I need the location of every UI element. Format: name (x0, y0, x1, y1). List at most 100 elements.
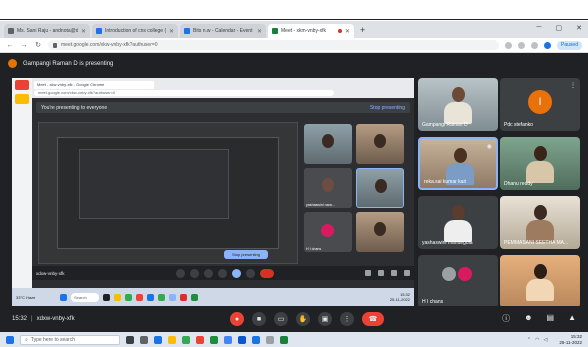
nested-participant-tile (356, 124, 404, 164)
task-view-icon (103, 293, 110, 301)
participant-name: Gampangi Raman D (422, 122, 468, 128)
nested-tab: Meet - xkw-vnby-xfk - Google Chrome (34, 81, 154, 89)
mail-icon (8, 28, 14, 34)
close-icon[interactable]: ✕ (257, 28, 262, 35)
nested-browser-chrome: Meet - xkw-vnby-xfk - Google Chrome meet… (12, 78, 414, 98)
app-icon (169, 293, 176, 301)
chevron-up-icon[interactable]: ⌃ (527, 337, 531, 343)
participant-name: Dhanu reddy (504, 181, 533, 187)
info-icon[interactable]: ⓘ (502, 313, 510, 324)
participant-tile[interactable] (500, 255, 580, 308)
taskbar-search-input[interactable]: ⌕ Type here to search (20, 334, 120, 345)
participant-avatar (458, 267, 472, 281)
task-view-icon[interactable] (126, 335, 134, 344)
windows-start-icon[interactable] (6, 335, 14, 344)
app-icon[interactable] (224, 335, 232, 344)
captions-icon (204, 268, 213, 278)
participant-head (374, 222, 386, 236)
back-icon[interactable]: ← (6, 42, 14, 49)
people-icon (378, 270, 384, 276)
lock-icon (53, 42, 57, 48)
nested-taskbar: 33°C Haze Search 15:32 25-11-2022 (12, 288, 414, 306)
participant-tile[interactable]: yashaswini mandegula (418, 196, 498, 249)
app-icon[interactable] (196, 335, 204, 344)
volume-icon[interactable]: ◁ (543, 337, 547, 343)
participant-avatar: I (528, 90, 552, 114)
presenting-text: Gampangi Raman D is presenting (23, 60, 114, 67)
address-bar: ← → ↻ meet.google.com/xkw-vnby-xfk?authu… (0, 38, 588, 53)
end-call-icon (260, 268, 274, 278)
tab-label: Ms. Sani Raju - andnota@du.edu.in - ... (17, 28, 78, 34)
folder-icon[interactable] (168, 335, 176, 344)
activities-icon[interactable]: ▲ (568, 313, 576, 324)
meeting-tools: ⓘ ☻ ▤ ▲ (502, 313, 576, 324)
call-controls: ● ■ ▭ ✋ ▣ ⋮ ☎ (230, 312, 384, 326)
present-icon[interactable]: ▣ (318, 312, 332, 326)
chrome-icon[interactable] (182, 335, 190, 344)
app-icon[interactable] (280, 335, 288, 344)
more-icon (246, 268, 255, 278)
browser-tab[interactable]: Bits n.w - Calendar - Event desc... ✕ (180, 24, 266, 38)
close-icon[interactable]: ✕ (169, 28, 174, 35)
profile-button[interactable]: Paused (557, 40, 582, 50)
close-icon[interactable]: ✕ (345, 28, 350, 35)
browser-tab-strip: Ms. Sani Raju - andnota@du.edu.in - ... … (0, 21, 588, 38)
camera-icon[interactable] (505, 41, 513, 49)
participant-tile[interactable]: Dhanu reddy (500, 137, 580, 190)
present-icon (232, 268, 241, 278)
nested-stop-link: Stop presenting (369, 104, 405, 111)
close-icon[interactable]: ✕ (81, 28, 86, 35)
url-input[interactable]: meet.google.com/xkw-vnby-xfk?authuser=0 (48, 40, 500, 50)
nested-meet-view: You're presenting to everyone Stop prese… (32, 98, 414, 288)
nested-participant-tile (356, 212, 404, 252)
app-icon[interactable] (238, 335, 246, 344)
maximize-icon[interactable]: ▢ (556, 24, 563, 32)
people-icon[interactable]: ☻ (524, 313, 532, 324)
participant-name: yashaswini mandegula (422, 240, 473, 246)
nested-participant-tile (356, 168, 404, 208)
edge-icon[interactable] (154, 335, 162, 344)
search-placeholder: Type here to search (30, 336, 76, 343)
reload-icon[interactable]: ↻ (34, 41, 42, 49)
extension-icon[interactable] (544, 41, 552, 49)
info-icon (365, 270, 371, 276)
participant-tile[interactable]: H I chans (418, 255, 498, 308)
participant-tile[interactable]: ◉ reka.sai kumar kari (418, 137, 498, 190)
new-tab-button[interactable]: + (356, 24, 369, 38)
more-options-icon[interactable]: ⋮ (340, 312, 354, 326)
captions-icon[interactable]: ▭ (274, 312, 288, 326)
nested-meet-bar: xdxw-vnby-xfk (32, 266, 414, 280)
camera-off-icon[interactable]: ■ (252, 312, 266, 326)
app-icon[interactable] (210, 335, 218, 344)
browser-tab[interactable]: Ms. Sani Raju - andnota@du.edu.in - ... … (4, 24, 90, 38)
chat-icon[interactable]: ▤ (547, 313, 555, 324)
app-icon[interactable] (266, 335, 274, 344)
participant-avatar (321, 224, 334, 237)
browser-tab-active[interactable]: Meet - xkm-vnby-xfk ✕ (268, 24, 354, 38)
forward-icon[interactable]: → (20, 42, 28, 49)
raise-hand-icon[interactable]: ✋ (296, 312, 310, 326)
star-icon[interactable] (531, 41, 539, 49)
tab-label: Bits n.w - Calendar - Event desc... (193, 28, 254, 34)
taskbar-clock[interactable]: 15:32 25-11-2022 (559, 334, 582, 345)
presentation-view[interactable]: Meet - xkw-vnby-xfk - Google Chrome meet… (12, 78, 414, 306)
participant-tile[interactable]: PEMMASANI SEETHA MA... (500, 196, 580, 249)
browser-tab[interactable]: Introduction of cns college (HC)... ✕ (92, 24, 178, 38)
end-call-icon[interactable]: ☎ (362, 312, 384, 326)
participant-tile[interactable]: I ⋮ Pdc stefanko (500, 78, 580, 131)
participant-tile[interactable]: Gampangi Raman D (418, 78, 498, 131)
folder-icon (114, 293, 121, 301)
mic-icon (176, 268, 185, 278)
share-icon[interactable] (518, 41, 526, 49)
participant-name: Pdc stefanko (504, 122, 533, 128)
nested-window-inner (79, 149, 229, 219)
network-icon[interactable]: ◠ (535, 337, 539, 343)
speaking-icon: ◉ (486, 144, 492, 150)
page-icon (96, 28, 102, 34)
close-window-icon[interactable]: ✕ (576, 24, 582, 32)
chrome-icon (158, 293, 165, 301)
widgets-icon[interactable] (140, 335, 148, 344)
mic-off-icon[interactable]: ● (230, 312, 244, 326)
app-icon[interactable] (252, 335, 260, 344)
minimize-icon[interactable]: ─ (537, 24, 542, 32)
